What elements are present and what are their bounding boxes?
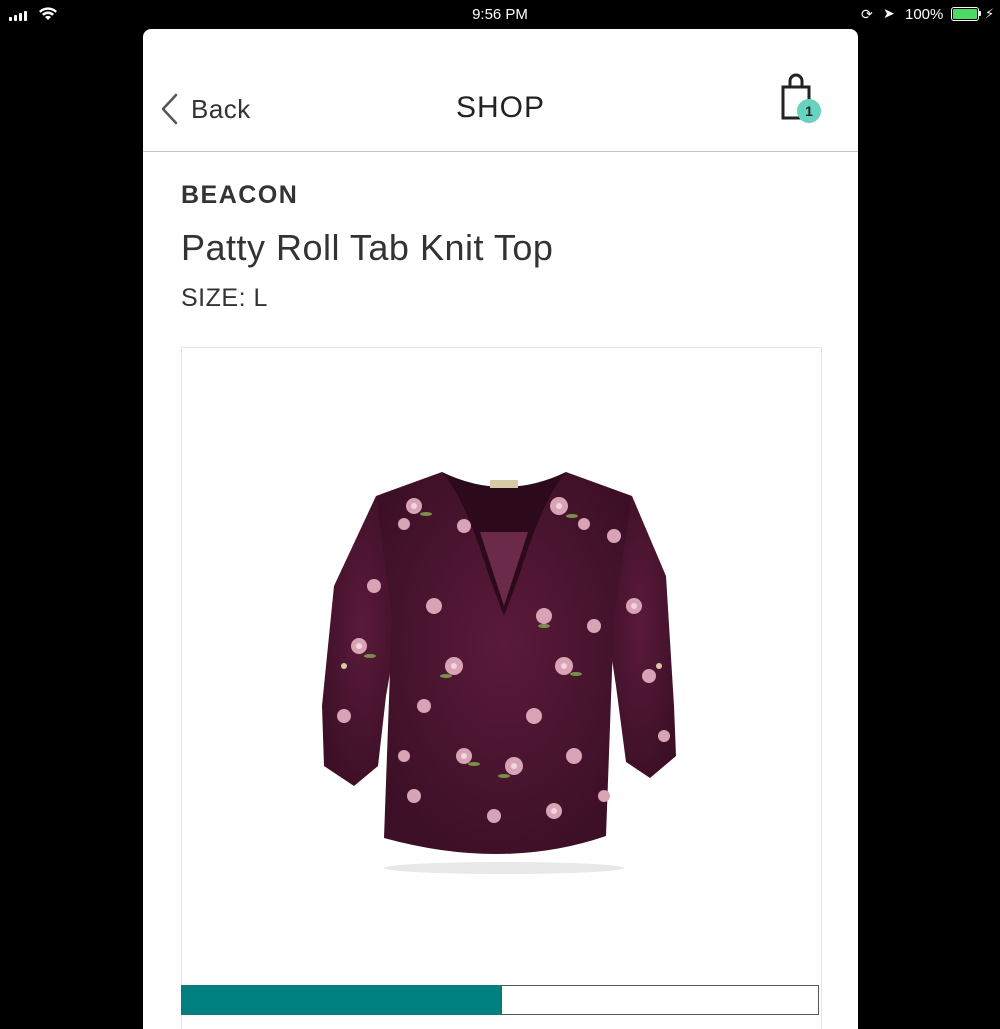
nav-bar: Back SHOP 1 xyxy=(143,29,858,152)
product-name: Patty Roll Tab Knit Top xyxy=(181,227,554,268)
product-brand: BEACON xyxy=(181,181,299,209)
battery-tip xyxy=(979,11,981,16)
page-title: SHOP xyxy=(455,91,546,124)
tab-active[interactable] xyxy=(181,985,501,1015)
battery-icon xyxy=(951,7,979,21)
location-icon: ➤ xyxy=(883,5,895,21)
product-size: SIZE: L xyxy=(181,284,268,312)
cart-count-badge: 1 xyxy=(797,99,821,123)
charging-icon: ⚡ xyxy=(985,6,995,21)
shop-panel: Back SHOP 1 BEACON Patty Roll Tab Knit T… xyxy=(143,29,858,1029)
battery-percent: 100% xyxy=(905,6,944,23)
cart-button[interactable]: 1 xyxy=(779,73,827,133)
product-image xyxy=(322,472,676,874)
tab-inactive[interactable] xyxy=(501,985,819,1015)
image-tab-bar xyxy=(181,985,820,1015)
status-bar: 9:56 PM ⟳ ➤ 100% ⚡ xyxy=(0,0,1000,28)
rotation-lock-icon: ⟳ xyxy=(861,6,873,22)
product-image-frame[interactable] xyxy=(181,347,822,1029)
status-time: 9:56 PM xyxy=(472,6,528,23)
